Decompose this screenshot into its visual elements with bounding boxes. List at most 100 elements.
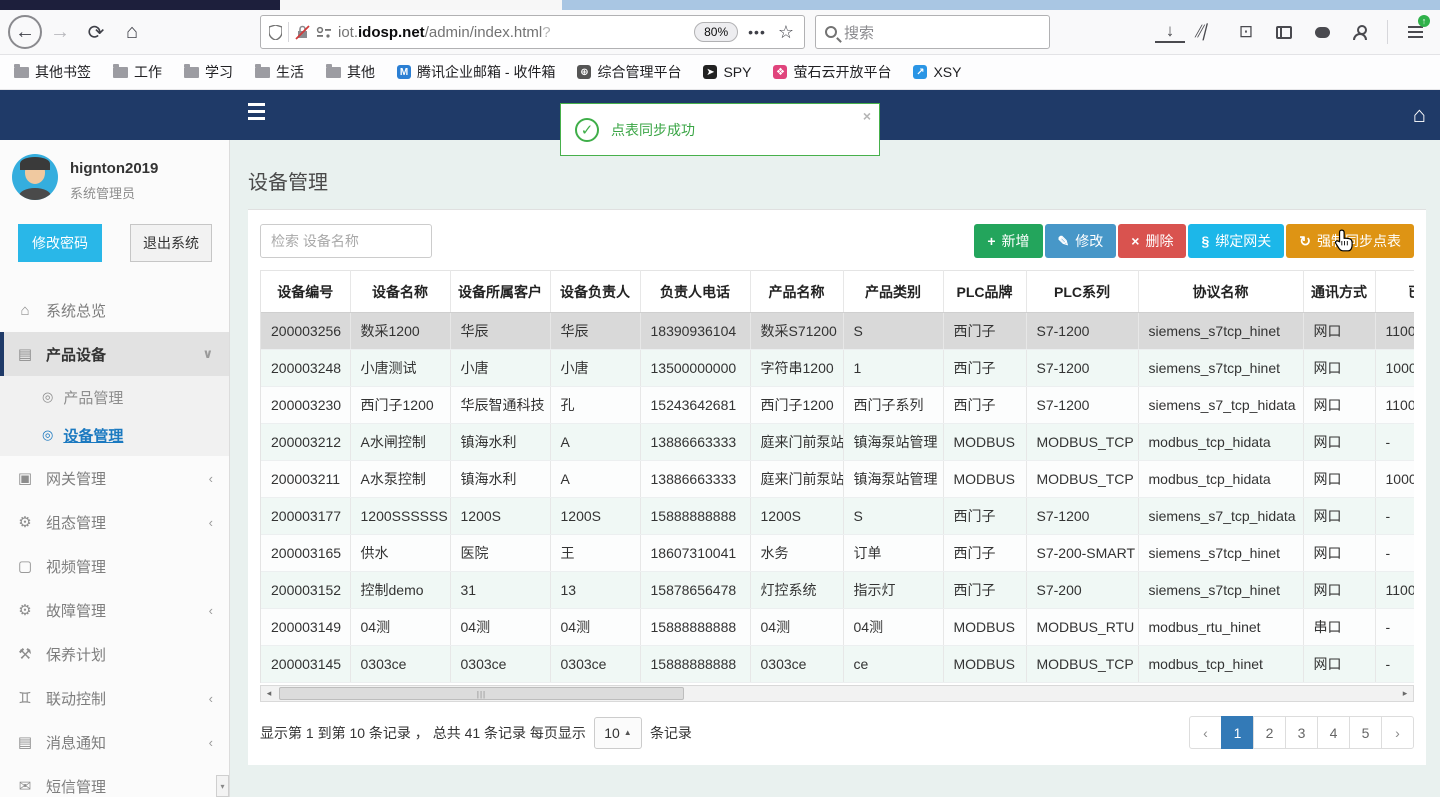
sidebar-item-网关管理[interactable]: ▣ 网关管理 ‹: [0, 456, 229, 500]
绑定网关-button[interactable]: § 绑定网关: [1188, 224, 1285, 258]
sidebar-collapse-icon[interactable]: [248, 103, 265, 120]
sidebar-item-保养计划[interactable]: ⚒ 保养计划: [0, 632, 229, 676]
sidebar-item-产品设备[interactable]: ▤ 产品设备 ∨: [0, 332, 229, 376]
downloads-icon[interactable]: ↓: [1155, 21, 1185, 43]
forward-icon[interactable]: →: [42, 14, 78, 50]
scroll-right-icon[interactable]: ▸: [1397, 688, 1413, 699]
sidebar-scrollbar[interactable]: ▾: [216, 775, 229, 797]
prev-page-button[interactable]: ‹: [1189, 716, 1222, 749]
sidebar-item-label: 短信管理: [46, 778, 107, 796]
zoom-badge[interactable]: 80%: [694, 22, 739, 42]
submenu-item-设备管理[interactable]: ◎ 设备管理: [0, 416, 229, 454]
horizontal-scrollbar[interactable]: ◂ ||| ▸: [260, 685, 1414, 702]
column-header[interactable]: 协议名称: [1138, 270, 1304, 313]
page-button-1[interactable]: 1: [1221, 716, 1254, 749]
sidebar-item-短信管理[interactable]: ✉ 短信管理: [0, 764, 229, 797]
lock-disabled-icon[interactable]: [295, 24, 310, 40]
table-cell: 18607310041: [640, 534, 751, 572]
screenshot-icon[interactable]: ⊡: [1231, 17, 1261, 47]
device-search-input[interactable]: [260, 224, 432, 258]
table-row[interactable]: 200003256 数采1200 华辰 华辰 18390936104 数采S71200 S 西…: [261, 312, 1414, 350]
bookmark-item[interactable]: ⊕ 综合管理平台: [577, 62, 681, 82]
column-header[interactable]: PLC品牌: [943, 270, 1027, 313]
button-label: 新增: [1001, 233, 1030, 249]
table-cell: S7-1200: [1026, 497, 1139, 535]
page-size-select[interactable]: 10 ▲: [593, 716, 642, 749]
pagination-info-suffix: 条记录: [649, 724, 692, 741]
column-header[interactable]: 设备编号: [261, 270, 351, 313]
submenu-item-label: 产品管理: [63, 389, 124, 407]
bookmark-item[interactable]: 其他: [326, 62, 375, 82]
pocket-icon[interactable]: [1307, 17, 1337, 47]
page-button-5[interactable]: 5: [1349, 716, 1382, 749]
sidebar-item-label: 联动控制: [46, 690, 107, 708]
shield-icon[interactable]: [269, 24, 282, 40]
sidebar-item-故障管理[interactable]: ⚙ 故障管理 ‹: [0, 588, 229, 632]
column-header[interactable]: 已绑定网关: [1375, 270, 1414, 313]
urlbar-divider: [288, 22, 289, 42]
bookmark-item[interactable]: ➤ SPY: [703, 64, 751, 80]
column-header[interactable]: 通讯方式: [1303, 270, 1376, 313]
change-password-button[interactable]: 修改密码: [18, 224, 102, 262]
logout-button[interactable]: 退出系统: [130, 224, 212, 262]
scrollbar-thumb[interactable]: |||: [279, 687, 684, 700]
table-row[interactable]: 200003230 西门子1200 华辰智通科技孔 15243642681 西门子120…: [261, 386, 1414, 424]
table-row[interactable]: 200003165 供水 医院王 18607310041 水务 订单 西门子 S7-200-S…: [261, 534, 1414, 572]
browser-search-box[interactable]: 搜索: [815, 15, 1050, 49]
next-page-button[interactable]: ›: [1381, 716, 1414, 749]
submenu-item-产品管理[interactable]: ◎ 产品管理: [0, 378, 229, 416]
bookmark-item[interactable]: M 腾讯企业邮箱 - 收件箱: [397, 62, 555, 82]
url-bar[interactable]: iot.idosp.net/admin/index.html? 80% ••• …: [260, 15, 805, 49]
table-cell: 庭来门前泵站: [750, 423, 844, 461]
sidebar-item-组态管理[interactable]: ⚙ 组态管理 ‹: [0, 500, 229, 544]
bookmark-star-icon[interactable]: ☆: [776, 22, 796, 43]
page-button-2[interactable]: 2: [1253, 716, 1286, 749]
url-text[interactable]: iot.idosp.net/admin/index.html?: [338, 24, 688, 41]
back-icon[interactable]: ←: [8, 15, 42, 49]
account-icon[interactable]: [1345, 17, 1375, 47]
table-row[interactable]: 200003149 04测 04测 04测 15888888888 04测 04测 MODBU…: [261, 608, 1414, 646]
column-header[interactable]: 负责人电话: [640, 270, 751, 313]
bookmark-item[interactable]: ❖ 萤石云开放平台: [773, 62, 891, 82]
column-header[interactable]: PLC系列: [1026, 270, 1139, 313]
column-header[interactable]: 设备负责人: [550, 270, 641, 313]
sidebar-item-消息通知[interactable]: ▤ 消息通知 ‹: [0, 720, 229, 764]
sidebar-item-视频管理[interactable]: ▢ 视频管理: [0, 544, 229, 588]
table-row[interactable]: 200003248 小唐测试 小唐 小唐 13500000000 字符串1200 1 西门子 S…: [261, 349, 1414, 387]
chevron-icon: ‹: [208, 734, 213, 750]
sidebar-item-联动控制[interactable]: ♊ 联动控制 ‹: [0, 676, 229, 720]
修改-button[interactable]: ✎ 修改: [1044, 224, 1117, 258]
删除-button[interactable]: × 删除: [1118, 224, 1187, 258]
library-icon[interactable]: ⫽⎸: [1193, 17, 1223, 47]
home-icon[interactable]: ⌂: [114, 14, 150, 50]
page-button-4[interactable]: 4: [1317, 716, 1350, 749]
sidebar-item-系统总览[interactable]: ⌂ 系统总览: [0, 288, 229, 332]
scroll-left-icon[interactable]: ◂: [261, 688, 277, 699]
permissions-icon[interactable]: [316, 26, 332, 38]
page-button-3[interactable]: 3: [1285, 716, 1318, 749]
menu-icon[interactable]: ↑: [1400, 15, 1430, 47]
reload-icon[interactable]: ⟳: [78, 14, 114, 50]
toast-close-icon[interactable]: ×: [863, 108, 871, 124]
bookmark-item[interactable]: 生活: [255, 62, 304, 82]
column-header[interactable]: 设备名称: [350, 270, 451, 313]
bookmark-item[interactable]: 其他书签: [14, 62, 91, 82]
app-home-icon[interactable]: ⌂: [1413, 102, 1426, 128]
sidebar-toggle-icon[interactable]: [1269, 17, 1299, 47]
bookmark-item[interactable]: 工作: [113, 62, 162, 82]
table-row[interactable]: 200003145 0303ce 0303ce 0303ce 15888888888 03…: [261, 645, 1414, 683]
column-header[interactable]: 产品名称: [750, 270, 844, 313]
column-header[interactable]: 设备所属客户: [450, 270, 551, 313]
bookmark-item[interactable]: ↗ XSY: [913, 64, 961, 80]
table-cell: S7-200: [1026, 571, 1139, 609]
column-header[interactable]: 产品类别: [843, 270, 944, 313]
table-cell: MODBUS_RTU: [1026, 608, 1139, 646]
page-actions-icon[interactable]: •••: [744, 24, 770, 40]
table-row[interactable]: 200003212 A水闸控制 镇海水利 A 13886663333 庭来门前泵站 镇海泵站…: [261, 423, 1414, 461]
新增-button[interactable]: + 新增: [974, 224, 1043, 258]
bookmark-item[interactable]: 学习: [184, 62, 233, 82]
table-row[interactable]: 200003177 1200SSSSSS 1200S 1200S 15888888888…: [261, 497, 1414, 535]
table-row[interactable]: 200003152 控制demo 31 13 15878656478 灯控系统 指示灯 西门子…: [261, 571, 1414, 609]
table-cell: 04测: [843, 608, 944, 646]
table-row[interactable]: 200003211 A水泵控制 镇海水利 A 13886663333 庭来门前泵站 镇海泵站…: [261, 460, 1414, 498]
